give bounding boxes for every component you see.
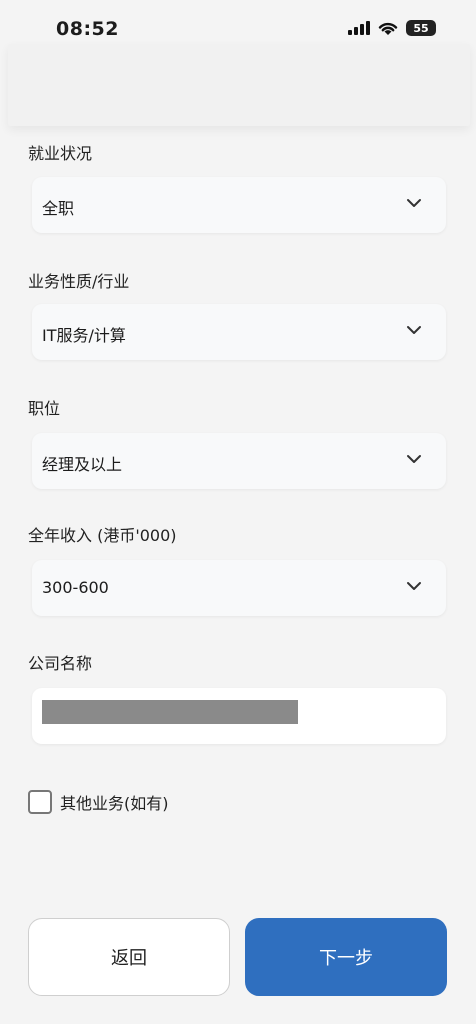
annual-income-select[interactable]: 300-600 bbox=[32, 560, 446, 616]
other-business-checkbox[interactable] bbox=[28, 790, 52, 814]
other-business-label: 其他业务(如有) bbox=[60, 794, 169, 813]
industry-select[interactable]: IT服务/计算 bbox=[32, 304, 446, 360]
back-button[interactable]: 返回 bbox=[28, 918, 230, 996]
status-time: 08:52 bbox=[56, 18, 119, 40]
annual-income-label: 全年收入 (港币'000) bbox=[28, 526, 177, 545]
company-name-label: 公司名称 bbox=[28, 654, 93, 673]
header-bar bbox=[8, 44, 470, 126]
annual-income-value: 300-600 bbox=[42, 578, 109, 597]
wifi-icon bbox=[378, 22, 398, 35]
position-value: 经理及以上 bbox=[42, 455, 123, 474]
chevron-down-icon bbox=[407, 455, 421, 463]
other-business-row[interactable]: 其他业务(如有) bbox=[28, 790, 169, 814]
chevron-down-icon bbox=[407, 199, 421, 207]
position-label: 职位 bbox=[28, 399, 61, 418]
position-select[interactable]: 经理及以上 bbox=[32, 433, 446, 489]
chevron-down-icon bbox=[407, 582, 421, 590]
redacted-value bbox=[42, 700, 298, 724]
employment-status-label: 就业状况 bbox=[28, 144, 93, 163]
signal-icon bbox=[348, 21, 370, 35]
status-icons: 55 bbox=[348, 20, 436, 36]
industry-value: IT服务/计算 bbox=[42, 326, 126, 345]
employment-status-select[interactable]: 全职 bbox=[32, 177, 446, 233]
company-name-input[interactable] bbox=[32, 688, 446, 744]
employment-status-value: 全职 bbox=[42, 199, 75, 218]
next-button[interactable]: 下一步 bbox=[245, 918, 447, 996]
industry-label: 业务性质/行业 bbox=[28, 272, 130, 291]
battery-icon: 55 bbox=[406, 20, 436, 36]
chevron-down-icon bbox=[407, 326, 421, 334]
